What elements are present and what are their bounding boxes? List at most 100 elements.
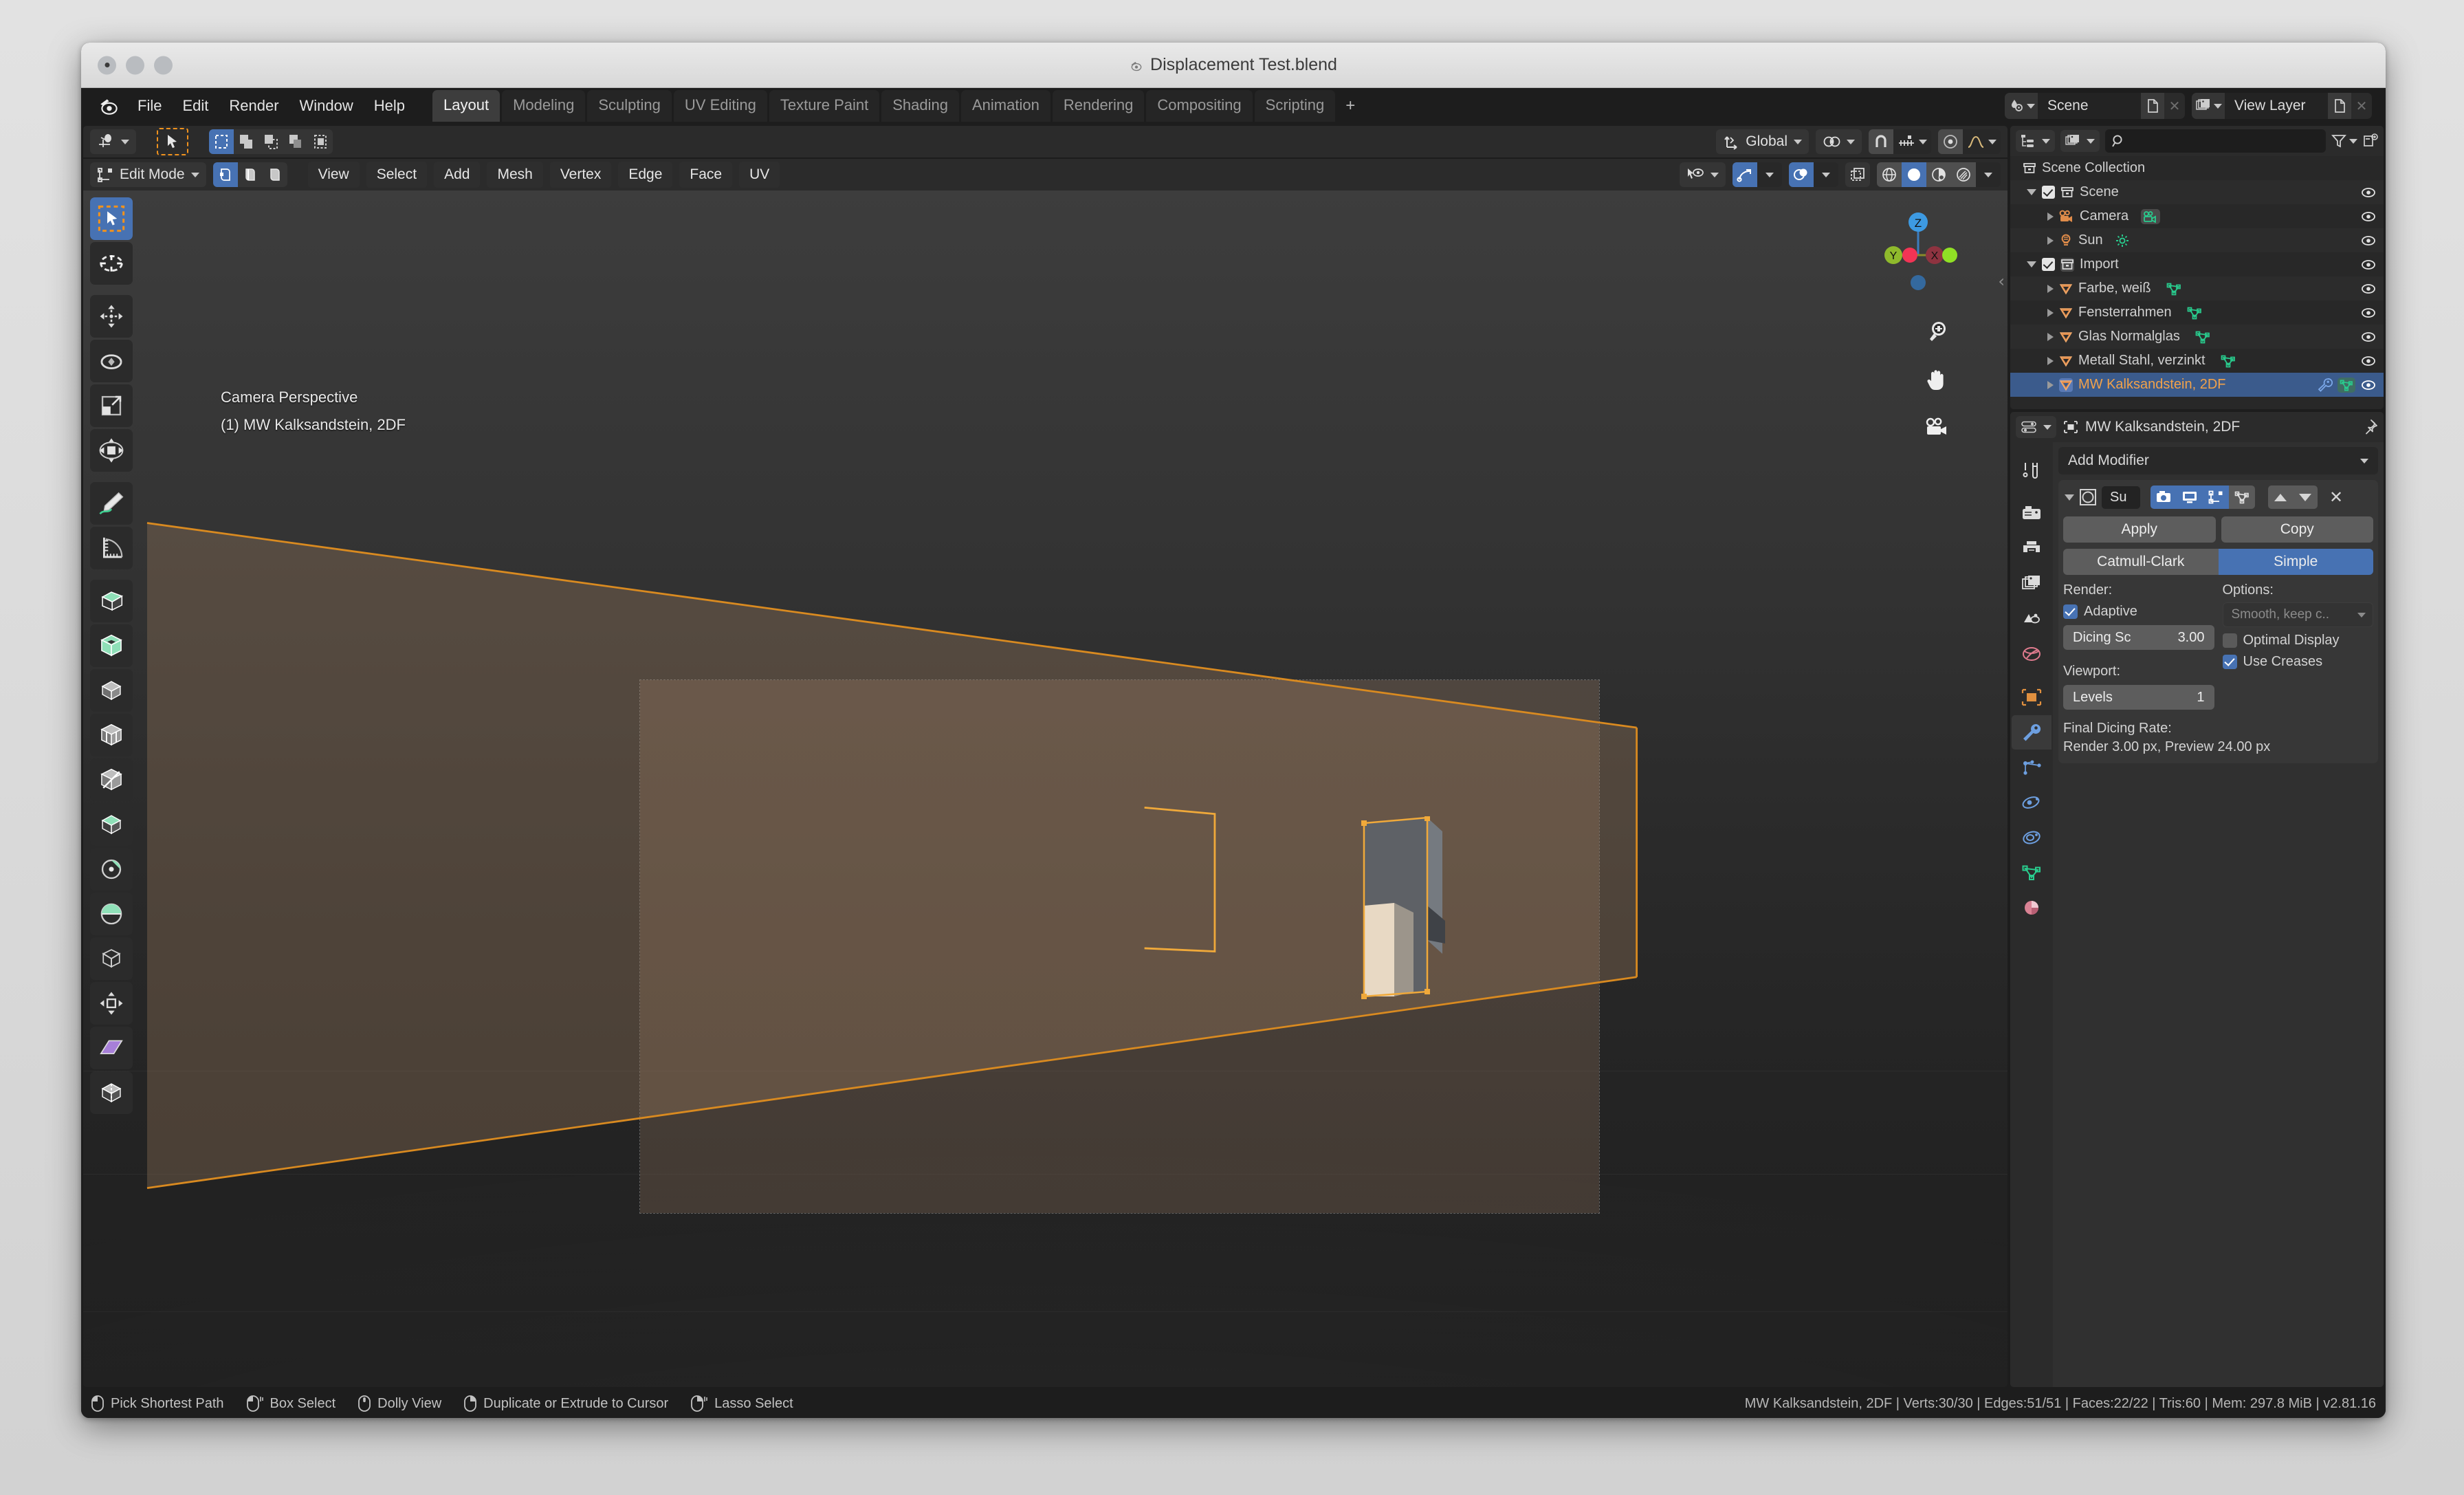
scene-selector[interactable]: Scene ✕ xyxy=(2005,93,2185,119)
add-workspace-button[interactable]: + xyxy=(1337,91,1363,121)
tab-world[interactable] xyxy=(2012,637,2052,671)
tab-object-data[interactable] xyxy=(2012,855,2052,890)
close-button[interactable] xyxy=(98,56,116,74)
outliner-row-mesh-object[interactable]: Farbe, weiß xyxy=(2010,276,2384,301)
minimize-button[interactable] xyxy=(126,56,144,74)
material-preview-shading-icon[interactable] xyxy=(1926,162,1951,187)
vertex-select-icon[interactable] xyxy=(212,162,238,187)
move-tool-button[interactable] xyxy=(90,295,133,338)
disclosure-triangle-icon[interactable] xyxy=(2047,212,2054,221)
pan-view-button[interactable] xyxy=(1920,362,1954,397)
modifier-realtime-toggle-icon[interactable] xyxy=(2177,485,2203,509)
edge-slide-tool-button[interactable] xyxy=(90,937,133,980)
menu-face[interactable]: Face xyxy=(679,162,733,188)
eye-icon[interactable] xyxy=(2360,282,2377,296)
mesh-data-icon[interactable] xyxy=(2338,377,2355,393)
disclosure-triangle-icon[interactable] xyxy=(2047,236,2054,245)
gizmo-toggle-icon[interactable] xyxy=(1732,162,1757,187)
apply-button[interactable]: Apply xyxy=(2063,516,2216,543)
tab-compositing[interactable]: Compositing xyxy=(1146,90,1253,122)
smooth-tool-button[interactable] xyxy=(90,893,133,935)
simple-option[interactable]: Simple xyxy=(2218,549,2373,575)
disclosure-triangle-icon[interactable] xyxy=(2027,189,2036,195)
pin-button[interactable] xyxy=(2362,419,2378,435)
modifier-delete-button[interactable]: ✕ xyxy=(2329,488,2343,507)
xray-toggle-icon[interactable] xyxy=(1845,162,1870,187)
snap-magnet-icon[interactable] xyxy=(1869,129,1893,154)
cursor-tool-button[interactable] xyxy=(90,242,133,285)
tab-sculpting[interactable]: Sculpting xyxy=(587,90,672,122)
optimal-display-row[interactable]: Optimal Display xyxy=(2222,633,2374,648)
new-scene-button[interactable] xyxy=(2141,93,2164,119)
eye-icon[interactable] xyxy=(2360,186,2377,199)
menu-render[interactable]: Render xyxy=(219,93,288,119)
mesh-data-icon[interactable] xyxy=(2166,282,2181,296)
face-select-icon[interactable] xyxy=(262,162,287,187)
menu-view[interactable]: View xyxy=(307,162,360,188)
mode-selector[interactable]: Edit Mode xyxy=(90,162,206,187)
eye-icon[interactable] xyxy=(2360,378,2377,392)
mesh-data-icon[interactable] xyxy=(2187,306,2202,320)
adaptive-checkbox[interactable] xyxy=(2063,604,2078,619)
catmull-clark-option[interactable]: Catmull-Clark xyxy=(2063,549,2219,575)
tab-particles[interactable] xyxy=(2012,750,2052,785)
modifier-on-cage-toggle-icon[interactable] xyxy=(2229,485,2255,509)
snapping-group[interactable] xyxy=(1869,129,1931,154)
dicing-scale-field[interactable]: Dicing Sc 3.00 xyxy=(2063,625,2214,650)
falloff-type-dropdown[interactable] xyxy=(1963,129,2001,154)
new-view-layer-button[interactable] xyxy=(2328,93,2351,119)
disclosure-triangle-icon[interactable] xyxy=(2047,332,2054,341)
knife-tool-button[interactable] xyxy=(90,759,133,801)
tab-texture-paint[interactable]: Texture Paint xyxy=(769,90,880,122)
extrude-region-tool-button[interactable] xyxy=(90,580,133,622)
outliner-row-mesh-object[interactable]: Metall Stahl, verzinkt xyxy=(2010,349,2384,373)
remove-scene-button[interactable]: ✕ xyxy=(2164,98,2185,114)
tab-output[interactable] xyxy=(2012,532,2052,566)
overlays-toggle-icon[interactable] xyxy=(1789,162,1814,187)
collection-checkbox[interactable] xyxy=(2042,186,2055,199)
tab-scene[interactable] xyxy=(2012,602,2052,636)
menu-uv[interactable]: UV xyxy=(739,162,780,188)
outliner-filter-button[interactable] xyxy=(2331,133,2357,149)
snap-target-dropdown[interactable] xyxy=(1893,129,1931,154)
wrench-icon[interactable] xyxy=(2318,378,2333,392)
disclosure-triangle-icon[interactable] xyxy=(2027,261,2036,268)
modifier-move-up-button[interactable] xyxy=(2268,485,2293,509)
editor-type-selector[interactable] xyxy=(2016,130,2055,152)
modifier-move-down-button[interactable] xyxy=(2293,485,2318,509)
tab-view-layer[interactable] xyxy=(2012,567,2052,601)
annotate-tool-button[interactable] xyxy=(90,482,133,525)
uv-smooth-dropdown[interactable]: Smooth, keep c.. xyxy=(2222,602,2373,627)
modifier-expand-icon[interactable] xyxy=(2065,494,2074,501)
active-tool-button[interactable] xyxy=(90,129,136,154)
menu-help[interactable]: Help xyxy=(364,93,415,119)
levels-field[interactable]: Levels 1 xyxy=(2063,685,2214,710)
collection-checkbox[interactable] xyxy=(2042,258,2055,271)
select-mode-intersect-icon[interactable] xyxy=(308,129,333,154)
select-mode-invert-icon[interactable] xyxy=(283,129,308,154)
select-mode-set-icon[interactable] xyxy=(209,129,234,154)
rotate-tool-button[interactable] xyxy=(90,340,133,382)
gizmo-group[interactable] xyxy=(1732,162,1782,187)
menu-add[interactable]: Add xyxy=(434,162,481,188)
use-creases-row[interactable]: Use Creases xyxy=(2222,654,2374,670)
select-mode-subtract-icon[interactable] xyxy=(258,129,283,154)
viewport-canvas[interactable]: Camera Perspective (1) MW Kalksandstein,… xyxy=(83,190,2008,1387)
mesh-select-mode-group[interactable] xyxy=(212,162,287,187)
menu-edge[interactable]: Edge xyxy=(618,162,673,188)
camera-data-icon[interactable] xyxy=(2141,208,2161,224)
outliner-row-selected-object[interactable]: MW Kalksandstein, 2DF xyxy=(2010,373,2384,397)
view-layer-icon[interactable] xyxy=(2192,93,2225,119)
visibility-dropdown[interactable] xyxy=(1680,162,1726,187)
menu-mesh[interactable]: Mesh xyxy=(487,162,543,188)
subdivision-type-toggle[interactable]: Catmull-Clark Simple xyxy=(2063,549,2373,575)
tab-animation[interactable]: Animation xyxy=(961,90,1050,122)
tab-shading[interactable]: Shading xyxy=(881,90,959,122)
workspace-tabs[interactable]: Layout Modeling Sculpting UV Editing Tex… xyxy=(432,90,1363,122)
scene-icon[interactable] xyxy=(2005,93,2038,119)
tab-scripting[interactable]: Scripting xyxy=(1254,90,1336,122)
eye-icon[interactable] xyxy=(2360,210,2377,223)
tab-material[interactable] xyxy=(2012,891,2052,925)
shrink-fatten-tool-button[interactable] xyxy=(90,982,133,1025)
tab-layout[interactable]: Layout xyxy=(432,90,500,122)
